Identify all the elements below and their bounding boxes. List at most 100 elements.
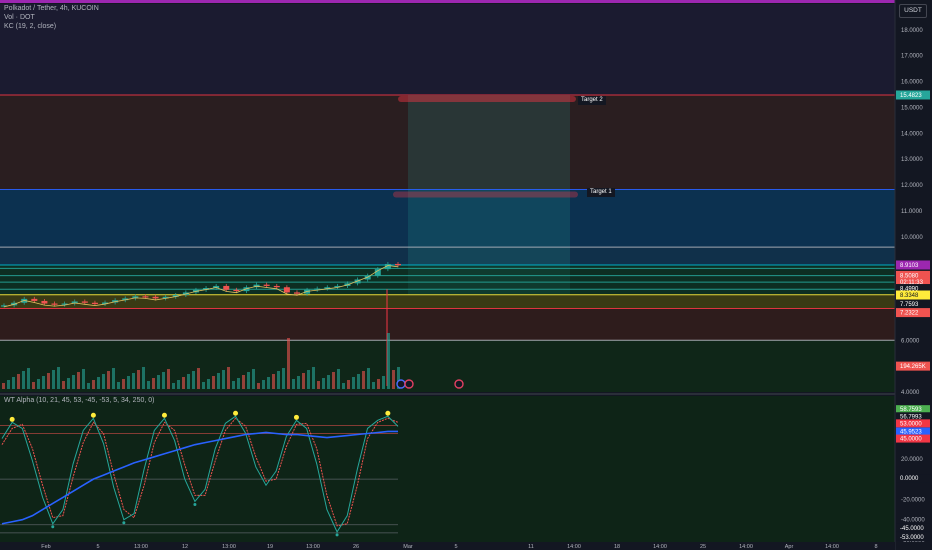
- volume-bar: [87, 383, 90, 389]
- candle[interactable]: [233, 289, 240, 292]
- oscillator-label: 45.0000: [900, 437, 922, 443]
- candle[interactable]: [51, 303, 58, 305]
- volume-bar: [192, 371, 195, 389]
- symbol-legend[interactable]: Polkadot / Tether, 4h, KUCOIN: [4, 4, 99, 13]
- volume-bar: [52, 370, 55, 389]
- candle[interactable]: [31, 298, 38, 301]
- candle[interactable]: [263, 284, 270, 286]
- target-1-marker[interactable]: [393, 191, 578, 198]
- candle[interactable]: [152, 296, 159, 299]
- volume-bar: [92, 380, 95, 389]
- volume-bar: [342, 383, 345, 389]
- target-2-label: Target 2: [578, 96, 606, 105]
- volume-bar: [127, 376, 130, 389]
- volume-bar: [67, 378, 70, 389]
- volume-bar: [37, 379, 40, 389]
- candle[interactable]: [273, 285, 280, 288]
- oscillator-tick-label: -20.0000: [901, 497, 925, 503]
- event-icon[interactable]: [454, 379, 464, 389]
- time-tick-label: 12: [182, 544, 188, 550]
- price-label: 194.265K: [900, 364, 926, 370]
- candle[interactable]: [81, 301, 88, 303]
- candle[interactable]: [41, 300, 48, 304]
- price-label: 8.9103: [900, 263, 919, 269]
- overbought-dot: [293, 414, 299, 420]
- trading-chart[interactable]: 4.0000 6.0000 10.0000 11.0000 12.0000 13.0000…: [0, 0, 932, 550]
- oscillator-legend[interactable]: WT Alpha (10, 21, 45, 53, -45, -53, 5, 3…: [4, 396, 154, 405]
- price-tick-label: 12.0000: [901, 183, 923, 189]
- volume-bar: [347, 380, 350, 389]
- candle[interactable]: [223, 285, 230, 290]
- overbought-dot: [9, 416, 15, 422]
- volume-bar: [282, 368, 285, 389]
- volume-bar: [312, 367, 315, 389]
- overbought-dot: [385, 410, 391, 416]
- volume-bar: [142, 367, 145, 389]
- candle[interactable]: [142, 296, 149, 298]
- volume-bar: [202, 382, 205, 389]
- volume-bar: [137, 370, 140, 389]
- volume-bar: [27, 368, 30, 389]
- price-tick-label: 11.0000: [901, 209, 923, 215]
- time-tick-label: 13:00: [222, 544, 236, 550]
- target-2-marker[interactable]: [398, 96, 576, 103]
- time-tick-label: Feb: [41, 544, 50, 550]
- currency-selector[interactable]: USDT: [899, 4, 927, 18]
- volume-bar: [147, 381, 150, 389]
- price-tick-label: 18.0000: [901, 28, 923, 34]
- volume-bar: [107, 371, 110, 389]
- volume-bar: [392, 370, 395, 389]
- volume-bar: [262, 380, 265, 389]
- oversold-dot: [335, 533, 339, 537]
- volume-bar: [307, 370, 310, 389]
- volume-bar: [162, 372, 165, 389]
- position-profit-box[interactable]: [408, 95, 570, 265]
- oscillator-label: -53.0000: [900, 535, 924, 541]
- volume-bar: [237, 378, 240, 389]
- candle[interactable]: [91, 302, 98, 305]
- keltner-legend[interactable]: KC (19, 2, close): [4, 22, 56, 31]
- volume-bar: [17, 374, 20, 389]
- oversold-dot: [193, 502, 197, 506]
- volume-bar: [132, 373, 135, 389]
- volume-bar: [117, 382, 120, 389]
- volume-bar: [47, 373, 50, 389]
- time-tick-label: 14:00: [825, 544, 839, 550]
- event-icon[interactable]: [396, 379, 406, 389]
- time-tick-label: 13:00: [134, 544, 148, 550]
- volume-bar: [197, 368, 200, 389]
- volume-bar: [72, 375, 75, 389]
- upper-zone: [0, 4, 895, 96]
- price-label: 7.7593: [900, 302, 919, 308]
- volume-bar: [42, 376, 45, 389]
- volume-bar: [182, 377, 185, 389]
- volume-bar: [297, 376, 300, 389]
- oversold-dot: [51, 525, 55, 529]
- price-tick-label: 13.0000: [901, 157, 923, 163]
- price-tick-label: 4.0000: [901, 390, 920, 396]
- event-icon[interactable]: [404, 379, 414, 389]
- oscillator-tick-label: -40.0000: [901, 518, 925, 524]
- volume-bar: [102, 374, 105, 389]
- volume-bar: [252, 369, 255, 389]
- price-tick-label: 6.0000: [901, 338, 920, 344]
- position-entry-box[interactable]: [408, 264, 570, 295]
- overbought-dot: [161, 412, 167, 418]
- price-label: 7.2322: [900, 311, 919, 317]
- candle[interactable]: [283, 287, 290, 293]
- volume-bar: [227, 367, 230, 389]
- volume-bar: [317, 381, 320, 389]
- candle[interactable]: [395, 263, 401, 266]
- price-tick-label: 14.0000: [901, 131, 923, 137]
- volume-legend[interactable]: Vol · DOT: [4, 13, 35, 22]
- volume-bar: [247, 372, 250, 389]
- volume-bar: [217, 373, 220, 389]
- time-tick-label: 14:00: [739, 544, 753, 550]
- volume-bar: [32, 382, 35, 389]
- volume-bar: [377, 379, 380, 389]
- time-tick-label: 14:00: [653, 544, 667, 550]
- volume-bar: [387, 333, 390, 389]
- volume-bar: [172, 383, 175, 389]
- price-tick-label: 15.0000: [901, 105, 923, 111]
- candle[interactable]: [293, 292, 300, 294]
